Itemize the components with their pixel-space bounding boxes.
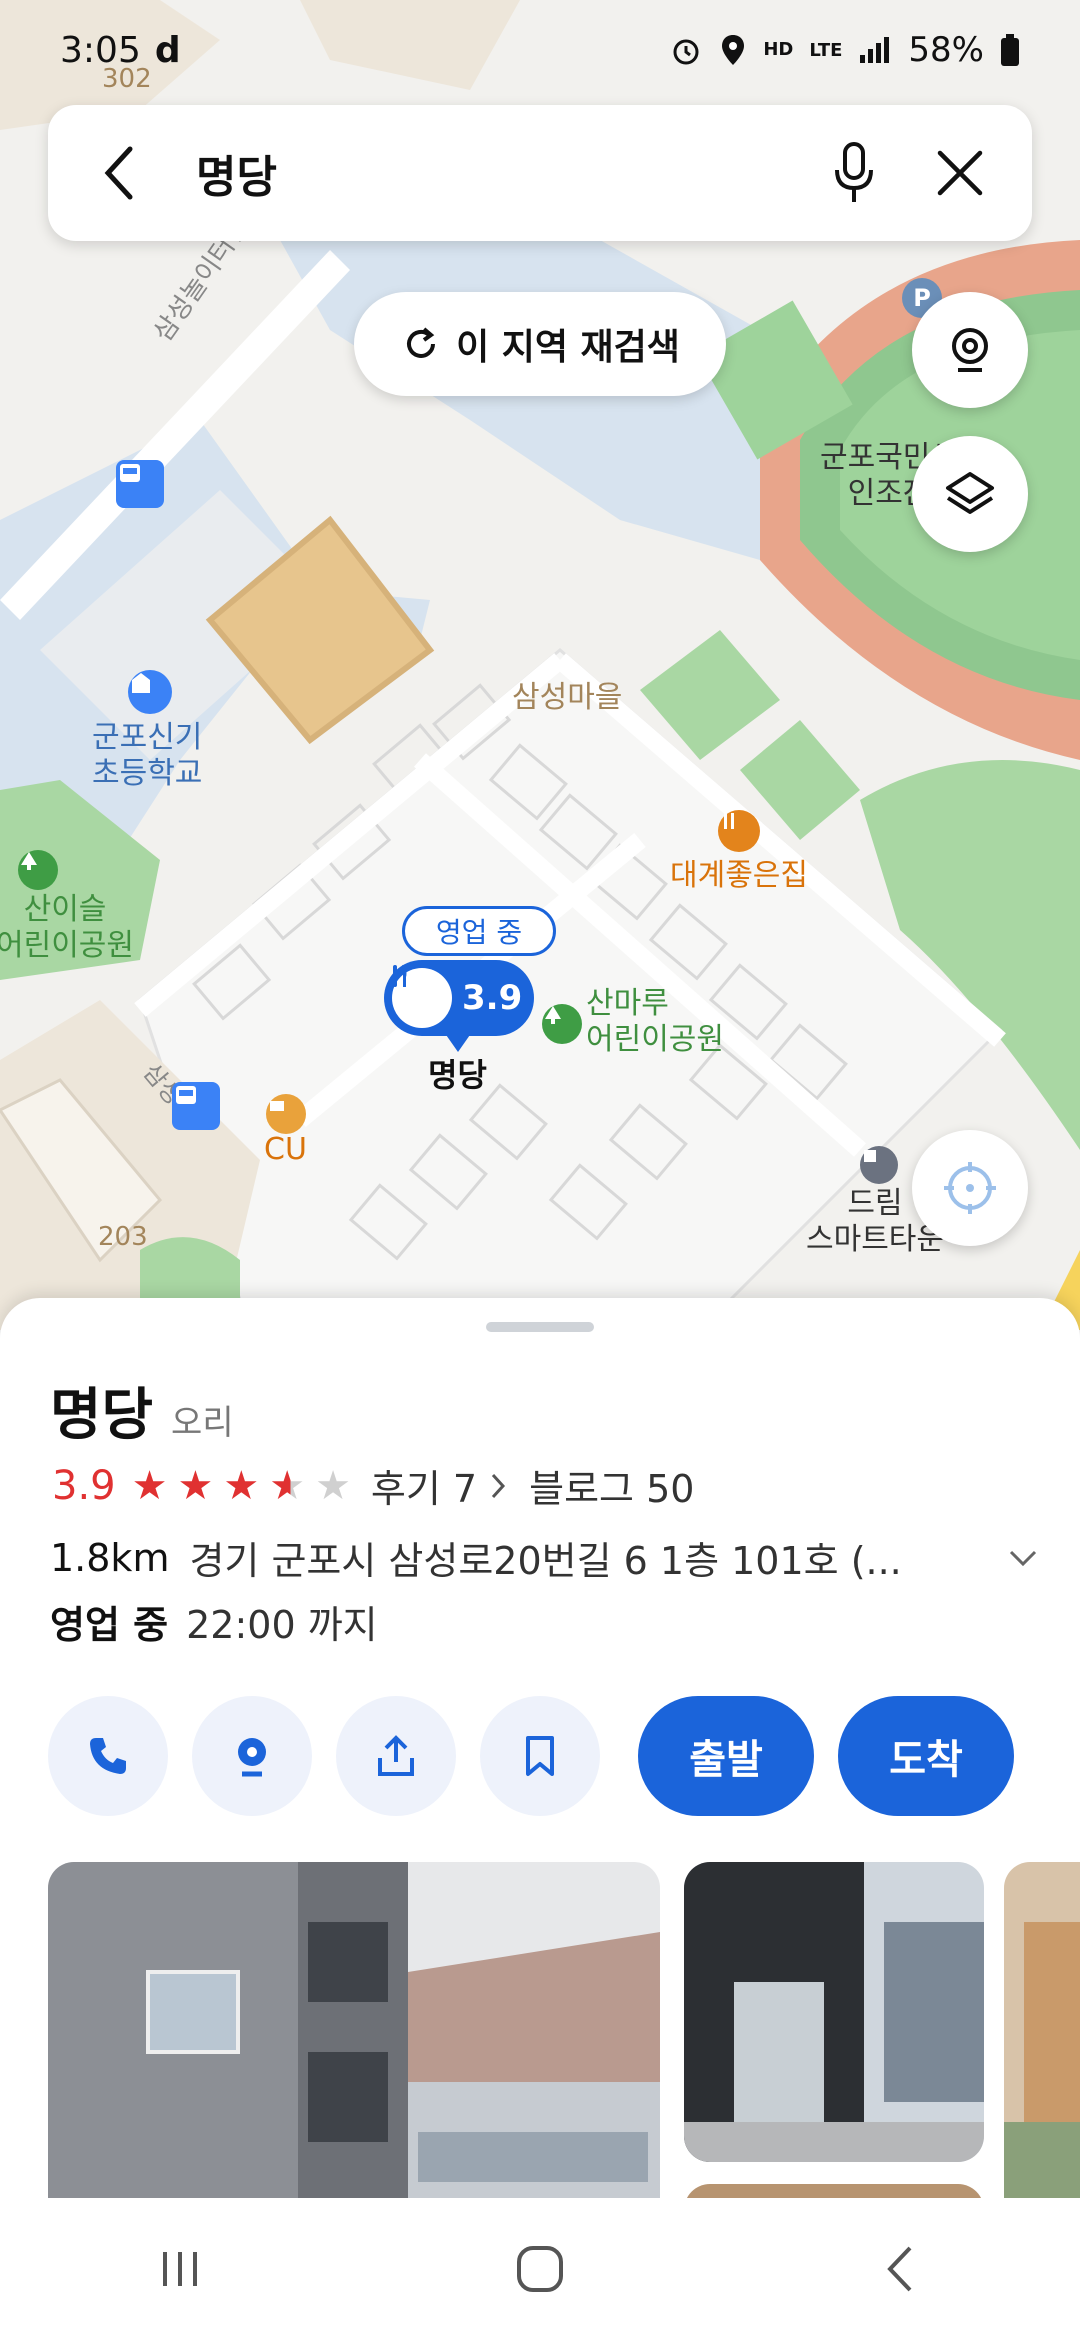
reviews-link[interactable]: 후기 7	[371, 1458, 477, 1513]
park-icon	[18, 850, 58, 890]
village-label: 삼성마을	[512, 680, 623, 715]
rating-value: 3.9	[52, 1462, 116, 1509]
restaurant-icon[interactable]	[718, 810, 760, 852]
open-status: 영업 중	[50, 1603, 169, 1647]
restaurant-icon	[392, 965, 452, 1028]
star-icon: ★	[177, 1462, 214, 1509]
marker-rating: 3.9	[462, 978, 523, 1018]
park-icon	[542, 1004, 582, 1044]
hd-voice-indicator: HD	[763, 39, 794, 60]
marker-pointer	[444, 1032, 472, 1052]
back-icon	[887, 2246, 912, 2292]
recent-apps-button[interactable]	[130, 2229, 230, 2309]
chevron-right-icon	[491, 1473, 506, 1498]
network-type: LTE	[809, 39, 843, 61]
star-icon: ★	[131, 1462, 168, 1509]
call-button[interactable]	[48, 1696, 168, 1816]
search-query[interactable]: 명당	[196, 141, 818, 205]
road-number-label: 203	[98, 1222, 148, 1252]
cctv-view-button[interactable]	[192, 1696, 312, 1816]
restaurant-label[interactable]: 대계좋은집	[670, 858, 808, 894]
convenience-store-label[interactable]: CU	[264, 1132, 307, 1168]
home-button[interactable]	[490, 2229, 590, 2309]
close-icon[interactable]	[924, 137, 996, 209]
microphone-icon[interactable]	[818, 137, 890, 209]
bus-stop-icon[interactable]	[172, 1082, 220, 1130]
place-marker[interactable]: 3.9	[384, 960, 534, 1036]
star-icon: ★	[223, 1462, 260, 1509]
convenience-store-icon	[266, 1094, 306, 1134]
status-bar: 3:05 d HD LTE 58%	[0, 0, 1080, 100]
action-buttons: 출발 도착	[48, 1696, 1038, 1816]
share-button[interactable]	[336, 1696, 456, 1816]
system-navigation-bar	[0, 2198, 1080, 2340]
rating-row: 3.9 ★ ★ ★ ★ ★ 후기 7 블로그 50	[52, 1458, 694, 1513]
share-icon	[378, 1735, 414, 1776]
bookmark-icon	[526, 1736, 554, 1776]
distance: 1.8km	[50, 1535, 170, 1580]
half-star-icon: ★	[269, 1462, 306, 1509]
bus-stop-icon[interactable]	[116, 460, 164, 508]
chevron-down-icon[interactable]	[1006, 1546, 1040, 1570]
research-label: 이 지역 재검색	[456, 327, 680, 368]
location-icon	[722, 35, 745, 65]
recent-apps-icon	[163, 2252, 197, 2286]
back-arrow-icon[interactable]	[84, 137, 156, 209]
cctv-button[interactable]	[912, 292, 1028, 408]
alarm-icon	[673, 39, 699, 65]
place-category: 오리	[171, 1403, 234, 1443]
sheet-drag-handle[interactable]	[486, 1322, 594, 1332]
locate-icon	[944, 1162, 996, 1214]
park-label[interactable]: 산마루 어린이공원	[586, 986, 724, 1058]
search-bar[interactable]: 명당	[48, 105, 1032, 241]
school-label[interactable]: 군포신기 초등학교	[92, 720, 202, 792]
signal-icon	[860, 37, 890, 63]
cctv-icon	[952, 328, 988, 372]
marker-name: 명당	[428, 1056, 487, 1094]
layers-icon	[946, 472, 994, 514]
research-area-button[interactable]: 이 지역 재검색	[354, 292, 726, 396]
battery-percent: 58%	[908, 30, 984, 70]
status-time: 3:05	[60, 29, 141, 71]
hours-row: 영업 중 22:00 까지	[50, 1594, 378, 1649]
open-status-chip: 영업 중	[402, 906, 556, 956]
arrive-button[interactable]: 도착	[838, 1696, 1014, 1816]
place-photo[interactable]	[684, 1862, 984, 2162]
battery-icon	[1001, 34, 1019, 66]
depart-button[interactable]: 출발	[638, 1696, 814, 1816]
location-pin-icon	[238, 1738, 266, 1777]
place-name: 명당	[50, 1383, 154, 1448]
layers-button[interactable]	[912, 436, 1028, 552]
park-label[interactable]: 산이슬 어린이공원	[0, 892, 134, 964]
locate-button[interactable]	[912, 1130, 1028, 1246]
closing-time: 22:00 까지	[186, 1603, 378, 1647]
refresh-icon	[407, 327, 436, 358]
place-detail-sheet[interactable]: 명당 오리 3.9 ★ ★ ★ ★ ★ 후기 7 블로그 50 1.8km 경기…	[0, 1298, 1080, 2340]
phone-icon	[90, 1738, 126, 1774]
building-icon	[860, 1146, 898, 1184]
school-icon	[128, 670, 172, 714]
address-row[interactable]: 1.8km 경기 군포시 삼성로20번길 6 1층 101호 (...	[50, 1530, 1040, 1585]
back-button[interactable]	[850, 2229, 950, 2309]
star-icon: ★	[315, 1462, 351, 1509]
home-icon	[517, 2246, 563, 2292]
bookmark-button[interactable]	[480, 1696, 600, 1816]
carrier-icon: d	[154, 29, 181, 71]
blogs-link[interactable]: 블로그 50	[529, 1458, 694, 1513]
address: 경기 군포시 삼성로20번길 6 1층 101호 (...	[189, 1539, 902, 1583]
